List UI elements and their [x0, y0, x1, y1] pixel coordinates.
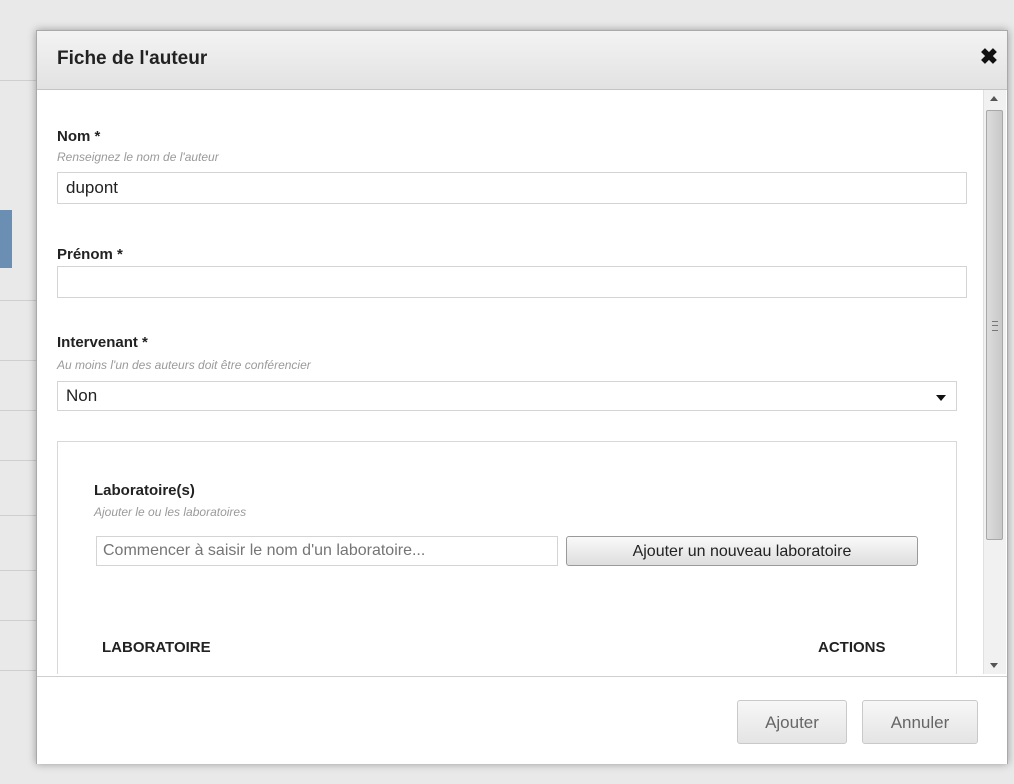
laboratoires-hint: Ajouter le ou les laboratoires — [94, 505, 247, 519]
grip-icon — [992, 321, 998, 331]
background-divider — [0, 80, 36, 81]
intervenant-hint: Au moins l'un des auteurs doit être conf… — [57, 358, 311, 372]
laboratoires-label: Laboratoire(s) — [94, 482, 195, 499]
dialog-scrollbar[interactable] — [983, 90, 1006, 674]
author-dialog: Fiche de l'auteur ✖ Nom * Renseignez le … — [36, 30, 1008, 764]
background-divider — [0, 620, 36, 621]
arrow-up-icon[interactable] — [990, 96, 998, 101]
laboratoire-column-header: LABORATOIRE — [102, 639, 211, 656]
annuler-button[interactable]: Annuler — [862, 700, 978, 744]
nom-label: Nom * — [57, 128, 101, 145]
prenom-label: Prénom * — [57, 246, 123, 263]
intervenant-selected-value: Non — [66, 386, 98, 405]
intervenant-label: Intervenant * — [57, 334, 148, 351]
scrollbar-thumb[interactable] — [986, 110, 1003, 540]
background-divider — [0, 460, 36, 461]
close-icon[interactable]: ✖ — [977, 45, 1001, 69]
add-laboratoire-button[interactable]: Ajouter un nouveau laboratoire — [566, 536, 918, 566]
background-divider — [0, 670, 36, 671]
ajouter-button[interactable]: Ajouter — [737, 700, 847, 744]
background-accent — [0, 210, 12, 268]
background-divider — [0, 360, 36, 361]
arrow-down-icon[interactable] — [990, 663, 998, 668]
background-divider — [0, 410, 36, 411]
intervenant-select[interactable]: Non — [57, 381, 957, 411]
dialog-title: Fiche de l'auteur — [57, 48, 208, 69]
background-divider — [0, 570, 36, 571]
nom-input[interactable] — [57, 172, 967, 204]
laboratoires-panel: Laboratoire(s) Ajouter le ou les laborat… — [57, 441, 957, 674]
background-divider — [0, 515, 36, 516]
actions-column-header: ACTIONS — [818, 639, 886, 656]
dialog-titlebar: Fiche de l'auteur ✖ — [37, 31, 1007, 90]
background-divider — [0, 300, 36, 301]
prenom-input[interactable] — [57, 266, 967, 298]
laboratoire-search-input[interactable] — [96, 536, 558, 566]
nom-hint: Renseignez le nom de l'auteur — [57, 150, 219, 164]
dialog-footer: Ajouter Annuler — [37, 676, 1007, 764]
chevron-down-icon — [936, 395, 946, 401]
dialog-body: Nom * Renseignez le nom de l'auteur Prén… — [37, 90, 981, 674]
